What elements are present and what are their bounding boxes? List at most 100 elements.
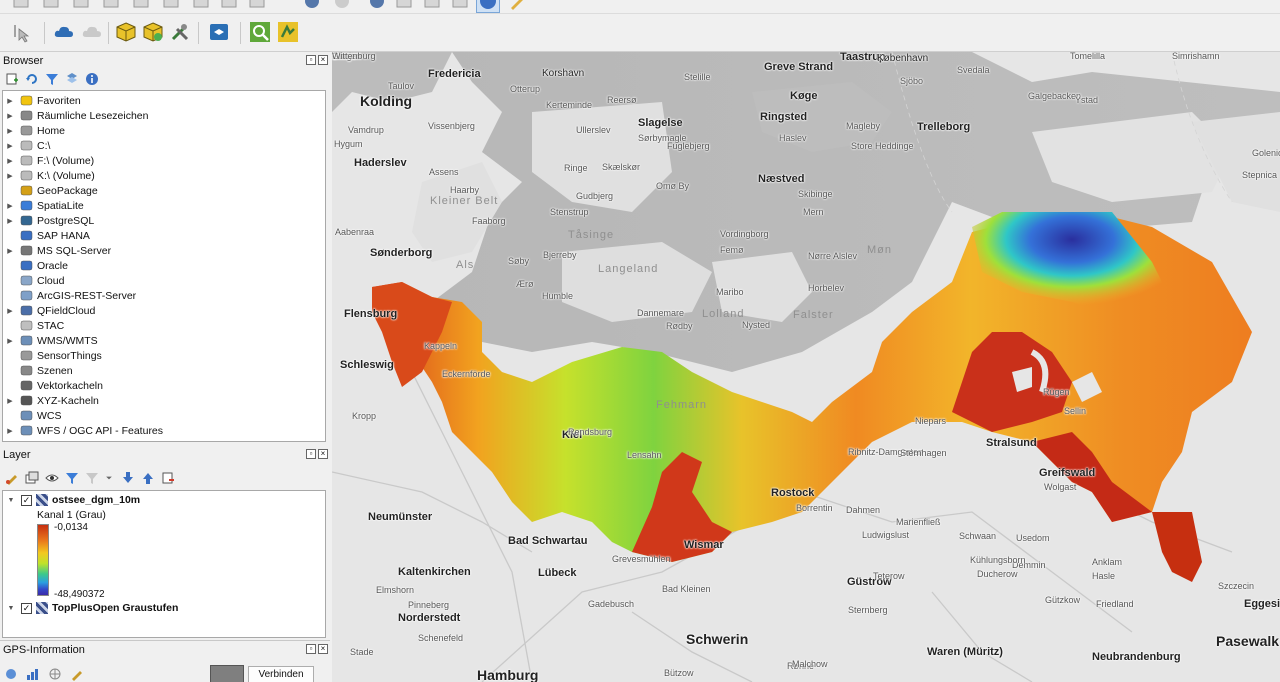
globe-icon xyxy=(19,334,33,347)
browser-item-arcgis-rest-server[interactable]: ArcGIS-REST-Server xyxy=(3,288,325,303)
map-place-label: Vamdrup xyxy=(348,125,384,135)
layer-styling-icon[interactable] xyxy=(207,20,231,44)
browser-item-postgresql[interactable]: ▶ PostgreSQL xyxy=(3,213,325,228)
browser-item-f-volume[interactable]: ▶ F:\ (Volume) xyxy=(3,153,325,168)
pencil-icon[interactable] xyxy=(506,0,530,13)
expand-arrow-icon[interactable]: ▶ xyxy=(5,172,15,180)
layer-row-topplus[interactable]: ▼ ✓ TopPlusOpen Graustufen xyxy=(5,601,178,615)
delete-ring-icon[interactable] xyxy=(246,0,270,13)
browser-item-wfs-ogc-api-features[interactable]: ▶ WFS / OGC API - Features xyxy=(3,423,325,438)
filter-expression-icon[interactable] xyxy=(84,470,100,486)
filter-icon[interactable] xyxy=(44,71,60,87)
expand-arrow-icon[interactable]: ▶ xyxy=(5,337,15,345)
browser-item-c[interactable]: ▶ C:\ xyxy=(3,138,325,153)
expand-arrow-icon[interactable]: ▶ xyxy=(5,97,15,105)
simplify-icon[interactable] xyxy=(190,0,214,13)
expand-arrow-icon[interactable]: ▶ xyxy=(5,427,15,435)
layer-tree: ▼ ✓ ostsee_dgm_10m Kanal 1 (Grau) -0,013… xyxy=(2,490,326,638)
close-panel-icon[interactable]: × xyxy=(318,449,328,459)
layer-checkbox[interactable]: ✓ xyxy=(21,494,32,506)
close-panel-icon[interactable]: × xyxy=(318,55,328,65)
split-icon[interactable] xyxy=(70,0,94,13)
expand-arrow-icon[interactable]: ▶ xyxy=(5,397,15,405)
expand-arrow-icon[interactable]: ▶ xyxy=(5,217,15,225)
qfield-sync-icon[interactable] xyxy=(276,20,300,44)
browser-item-sensorthings[interactable]: SensorThings xyxy=(3,348,325,363)
snapping-icon[interactable] xyxy=(365,0,389,13)
collapse-arrow-icon[interactable]: ▼ xyxy=(5,605,17,612)
self-snap-icon[interactable] xyxy=(449,0,473,13)
browser-item-ms-sql-server[interactable]: ▶ MS SQL-Server xyxy=(3,243,325,258)
expand-arrow-icon[interactable]: ▶ xyxy=(5,307,15,315)
trace-icon[interactable] xyxy=(330,0,354,13)
style-manager-icon[interactable] xyxy=(4,470,20,486)
float-panel-icon[interactable]: ▫ xyxy=(306,449,316,459)
float-panel-icon[interactable]: ▫ xyxy=(306,644,316,654)
browser-item-geopackage[interactable]: GeoPackage xyxy=(3,183,325,198)
processing-box-icon[interactable] xyxy=(114,20,138,44)
expand-arrow-icon[interactable]: ▶ xyxy=(5,157,15,165)
add-selected-icon[interactable] xyxy=(4,71,20,87)
expand-arrow-icon[interactable]: ▶ xyxy=(5,142,15,150)
browser-item-xyz-kacheln[interactable]: ▶ XYZ-Kacheln xyxy=(3,393,325,408)
satellite-icon[interactable] xyxy=(48,667,62,681)
browser-item-oracle[interactable]: Oracle xyxy=(3,258,325,273)
browser-item-wcs[interactable]: WCS xyxy=(3,408,325,423)
map-place-label: Stepnica xyxy=(1242,170,1278,180)
expand-arrow-icon[interactable]: ▶ xyxy=(5,127,15,135)
add-group-icon[interactable] xyxy=(24,470,40,486)
browser-item-szenen[interactable]: Szenen xyxy=(3,363,325,378)
locator-search-icon[interactable] xyxy=(248,20,272,44)
gps-position-icon[interactable] xyxy=(4,667,18,681)
float-panel-icon[interactable]: ▫ xyxy=(306,55,316,65)
merge-icon[interactable] xyxy=(40,0,64,13)
layer-checkbox[interactable]: ✓ xyxy=(21,602,32,614)
browser-item-home[interactable]: ▶ Home xyxy=(3,123,325,138)
browser-item-wms-wmts[interactable]: ▶ WMS/WMTS xyxy=(3,333,325,348)
avoid-intersection-icon[interactable] xyxy=(421,0,445,13)
processing-history-icon[interactable] xyxy=(141,20,165,44)
fill-ring-icon[interactable] xyxy=(218,0,242,13)
collapse-all-icon[interactable] xyxy=(140,470,156,486)
digitize-icon[interactable] xyxy=(300,0,324,13)
refresh-icon[interactable] xyxy=(24,71,40,87)
remove-layer-icon[interactable] xyxy=(160,470,176,486)
map-canvas[interactable]: Taastrup København Simrishamn Tomelilla Fred… xyxy=(332,52,1280,682)
cloud-icon[interactable] xyxy=(52,20,76,44)
reshape-icon[interactable] xyxy=(160,0,184,13)
identify-icon[interactable] xyxy=(476,0,500,13)
layer-row-ostsee[interactable]: ▼ ✓ ostsee_dgm_10m xyxy=(5,493,140,507)
browser-item-stac[interactable]: STAC xyxy=(3,318,325,333)
visibility-eye-icon[interactable] xyxy=(44,470,60,486)
node-tool-icon[interactable] xyxy=(10,0,34,13)
connect-button[interactable]: Verbinden xyxy=(248,666,314,682)
select-move-icon[interactable] xyxy=(10,20,34,44)
close-panel-icon[interactable]: × xyxy=(318,644,328,654)
browser-item-vektorkacheln[interactable]: Vektorkacheln xyxy=(3,378,325,393)
map-place-label: Dannemare xyxy=(637,308,685,318)
rotate-icon[interactable] xyxy=(100,0,124,13)
tools-icon[interactable] xyxy=(168,20,192,44)
signal-icon[interactable] xyxy=(26,667,40,681)
expand-arrow-icon[interactable]: ▶ xyxy=(5,247,15,255)
browser-item-favoriten[interactable]: ▶ Favoriten xyxy=(3,93,325,108)
browser-item-sap-hana[interactable]: SAP HANA xyxy=(3,228,325,243)
collapse-all-icon[interactable] xyxy=(64,71,80,87)
browser-item-k-volume[interactable]: ▶ K:\ (Volume) xyxy=(3,168,325,183)
filter-legend-icon[interactable] xyxy=(64,470,80,486)
browser-item-spatialite[interactable]: ▶ SpatiaLite xyxy=(3,198,325,213)
expand-all-icon[interactable] xyxy=(120,470,136,486)
browser-item-r-umliche-lesezeichen[interactable]: ▶ Räumliche Lesezeichen xyxy=(3,108,325,123)
options-icon[interactable] xyxy=(70,667,84,681)
browser-item-qfieldcloud[interactable]: ▶ QFieldCloud xyxy=(3,303,325,318)
chevron-down-icon[interactable] xyxy=(104,470,114,486)
expand-arrow-icon[interactable]: ▶ xyxy=(5,112,15,120)
expand-arrow-icon[interactable]: ▶ xyxy=(5,202,15,210)
info-icon[interactable] xyxy=(84,71,100,87)
cloud-disabled-icon[interactable] xyxy=(80,20,104,44)
map-place-label: Flensburg xyxy=(344,308,398,320)
offset-icon[interactable] xyxy=(130,0,154,13)
collapse-arrow-icon[interactable]: ▼ xyxy=(5,497,17,504)
browser-item-cloud[interactable]: Cloud xyxy=(3,273,325,288)
topology-icon[interactable] xyxy=(393,0,417,13)
